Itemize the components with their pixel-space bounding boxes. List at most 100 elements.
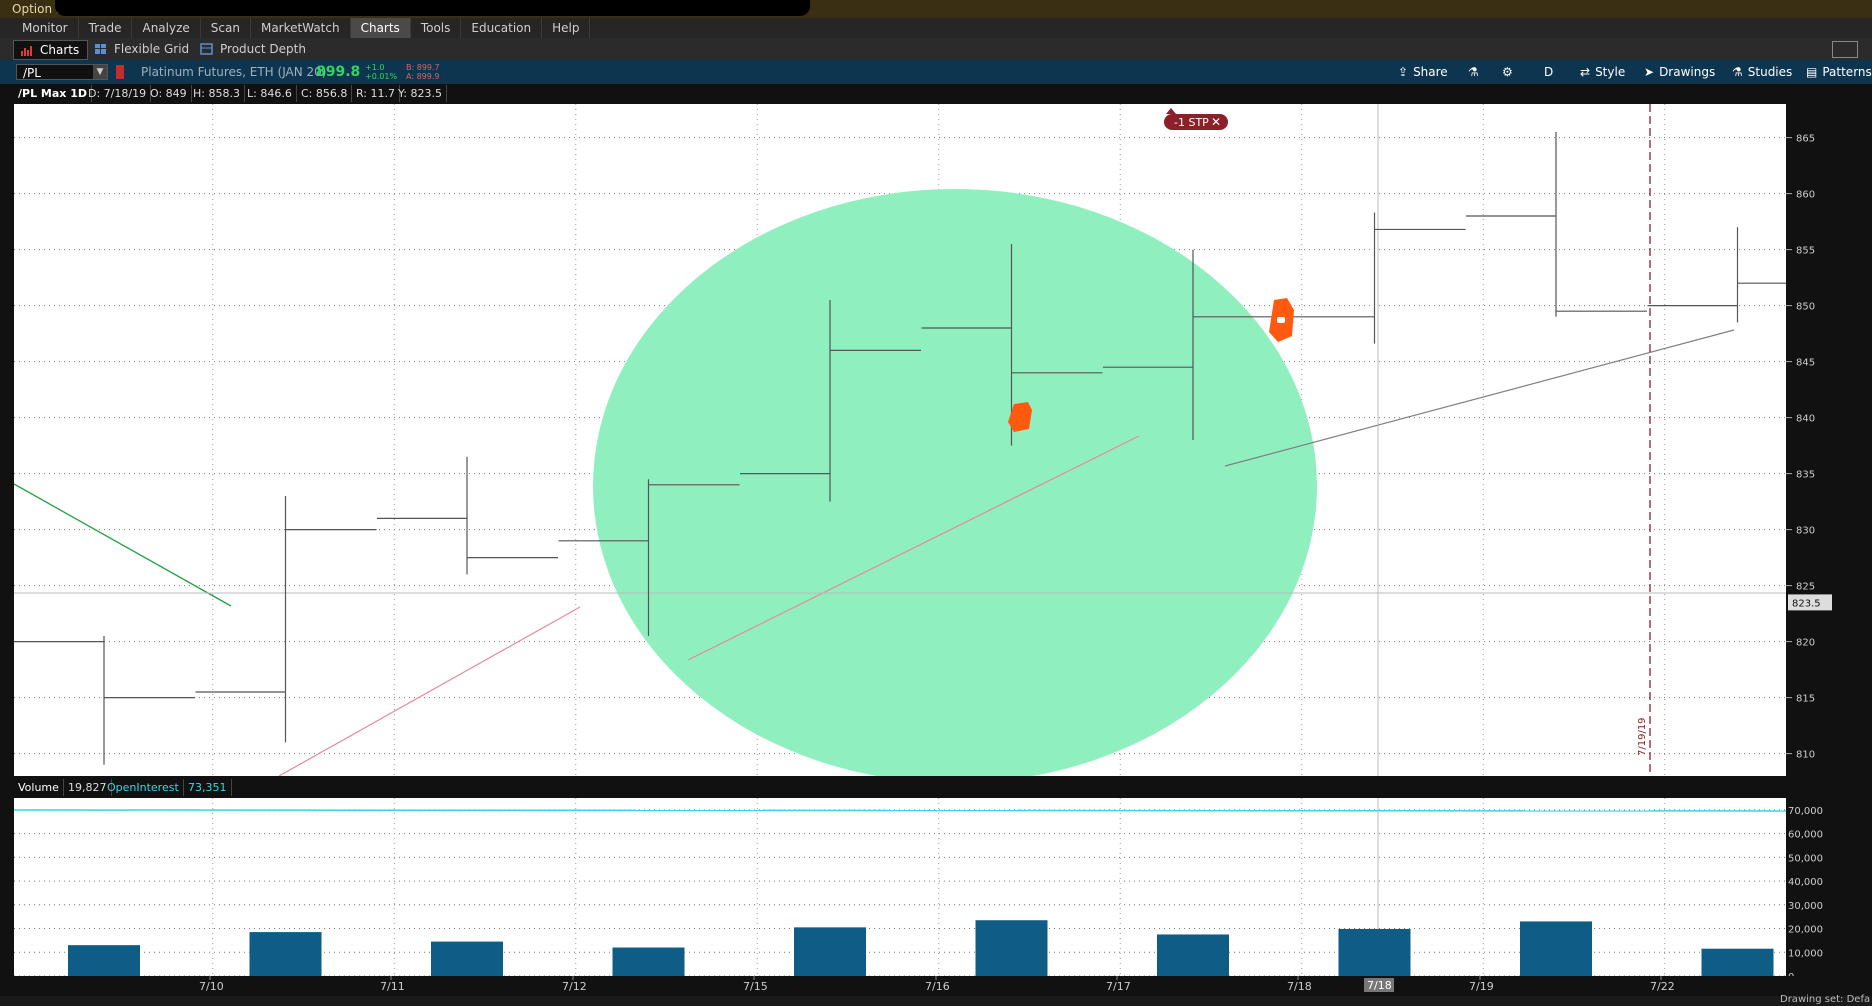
volume-tick-label: 10,000 <box>1788 948 1823 959</box>
volume-label[interactable]: Volume <box>14 779 64 796</box>
date-tick-label: 7/15 <box>743 980 768 993</box>
volume-bar[interactable] <box>249 932 322 976</box>
open-interest-value: 73,351 <box>184 779 232 796</box>
redaction-bar <box>55 0 810 16</box>
symbol-bar: /PL ▼ Platinum Futures, ETH (JAN 20) 899… <box>0 60 1872 84</box>
menu-marketwatch[interactable]: MarketWatch <box>251 18 351 38</box>
volume-tick-label: 40,000 <box>1788 877 1823 888</box>
tab-charts[interactable]: Charts <box>13 40 89 60</box>
price-change: +1.0 +0.01% <box>365 63 397 81</box>
drawing-set-status[interactable]: Drawing set: Defa <box>1780 994 1870 1005</box>
menu-tools[interactable]: Tools <box>411 18 462 38</box>
volume-bar[interactable] <box>975 920 1048 976</box>
volume-tick-label: 60,000 <box>1788 830 1823 841</box>
symbol-input[interactable]: /PL ▼ <box>16 64 108 80</box>
product-depth-icon <box>200 43 213 55</box>
menu-monitor[interactable]: Monitor <box>0 18 79 38</box>
tab-flexible-grid[interactable]: Flexible Grid <box>88 40 197 58</box>
date-tick-label: 7/12 <box>562 980 587 993</box>
grid-icon <box>95 44 106 54</box>
drawings-label: Drawings <box>1659 65 1716 79</box>
style-label: Style <box>1595 65 1626 79</box>
price-tick-label: 840 <box>1796 414 1815 425</box>
volume-tick-label: 50,000 <box>1788 853 1823 864</box>
menu-trade[interactable]: Trade <box>79 18 133 38</box>
cursor-icon: ➤ <box>1644 65 1655 79</box>
subtab-bar: Charts Flexible Grid Product Depth <box>0 38 1872 60</box>
ask-price: A: 899.9 <box>406 72 440 81</box>
link-flag-icon[interactable] <box>116 65 124 79</box>
flask-button[interactable]: ⚗ <box>1468 64 1484 80</box>
net-change: +1.0 <box>365 63 385 72</box>
info-high: H: 858.3 <box>189 85 245 102</box>
date-tick-label: 7/22 <box>1650 980 1675 993</box>
date-tick-label: 7/18 <box>1287 980 1312 993</box>
tab-flexible-grid-label: Flexible Grid <box>114 42 190 56</box>
price-tick-label: 865 <box>1796 134 1815 145</box>
stop-order-label: -1 STP <box>1174 116 1209 129</box>
menu-charts[interactable]: Charts <box>350 18 411 38</box>
info-low: L: 846.6 <box>243 85 297 102</box>
date-axis[interactable]: 7/10 7/11 7/12 7/15 7/16 7/17 7/18 7/19 7/22 7/18 <box>0 976 1872 996</box>
settings-button[interactable]: ⚙ <box>1502 64 1518 80</box>
date-cursor-label: 7/18 <box>1367 979 1392 992</box>
close-icon[interactable]: ✕ <box>1211 115 1221 129</box>
percent-change: +0.01% <box>365 72 398 81</box>
date-tick-label: 7/17 <box>1106 980 1131 993</box>
window-layout-button[interactable] <box>1832 41 1858 58</box>
price-tick-label: 855 <box>1796 246 1815 257</box>
date-tick-label: 7/19 <box>1469 980 1494 993</box>
aggregation-button[interactable]: D <box>1544 64 1553 80</box>
studies-button[interactable]: ⚗ Studies <box>1732 64 1792 80</box>
share-button[interactable]: ⇪ Share <box>1398 64 1448 80</box>
open-interest-line <box>14 809 1834 812</box>
bid-ask: B: 899.7 A: 899.9 <box>406 63 440 81</box>
price-tick-label: 845 <box>1796 358 1815 369</box>
bottom-bar: Drawing set: Defa <box>0 994 1872 1006</box>
title-bar: Option l <box>0 0 1872 18</box>
chart-info-bar: /PL Max 1D D: 7/18/19 O: 849 H: 858.3 L:… <box>14 85 1834 103</box>
volume-bar[interactable] <box>612 947 685 976</box>
volume-info-bar: Volume 19,827 OpenInterest 73,351 <box>14 779 1834 797</box>
tab-product-depth[interactable]: Product Depth <box>194 40 314 58</box>
volume-bar[interactable] <box>1701 948 1774 976</box>
symbol-ticker: /PL <box>23 66 41 80</box>
price-cursor-label: 823.5 <box>1792 598 1821 609</box>
menu-help[interactable]: Help <box>542 18 591 38</box>
share-icon: ⇪ <box>1398 65 1409 79</box>
tab-product-depth-label: Product Depth <box>220 42 306 56</box>
menu-education[interactable]: Education <box>461 18 543 38</box>
info-range: R: 11.7 <box>352 85 400 102</box>
price-tick-label: 835 <box>1796 470 1815 481</box>
volume-bar[interactable] <box>794 927 866 976</box>
main-menu: Monitor Trade Analyze Scan MarketWatch Charts… <box>0 18 1872 39</box>
volume-bar[interactable] <box>1338 928 1411 976</box>
volume-bar[interactable] <box>68 945 140 976</box>
window-title: Option l <box>12 2 60 16</box>
patterns-button[interactable]: ▤ Patterns <box>1806 64 1872 80</box>
price-tick-label: 815 <box>1796 694 1815 705</box>
style-icon: ⇄ <box>1580 65 1591 79</box>
menu-analyze[interactable]: Analyze <box>132 18 201 38</box>
chart-name[interactable]: /PL Max 1D <box>14 85 92 102</box>
price-chart[interactable]: 7/19/19 -1 STP ✕ 865 860 855 850 845 840 835 83… <box>14 104 1834 776</box>
volume-chart[interactable]: 70,000 60,000 50,000 40,000 30,000 20,000 10,0… <box>14 798 1834 976</box>
volume-tick-label: 30,000 <box>1788 901 1823 912</box>
bid-price: B: 899.7 <box>406 63 440 72</box>
menu-scan[interactable]: Scan <box>201 18 251 38</box>
volume-bar[interactable] <box>1520 921 1592 976</box>
date-tick-label: 7/10 <box>199 980 224 993</box>
share-label: Share <box>1413 65 1448 79</box>
style-button[interactable]: ⇄ Style <box>1580 64 1625 80</box>
highlight-ellipse[interactable] <box>593 189 1317 776</box>
volume-bar[interactable] <box>431 941 503 976</box>
volume-tick-label: 70,000 <box>1788 806 1823 817</box>
info-y: Y: 823.5 <box>394 85 447 102</box>
chevron-down-icon[interactable]: ▼ <box>93 65 107 79</box>
open-interest-label[interactable]: OpenInterest <box>103 779 184 796</box>
drawings-button[interactable]: ➤ Drawings <box>1644 64 1715 80</box>
price-tick-label: 825 <box>1796 582 1815 593</box>
volume-bar[interactable] <box>1157 934 1229 976</box>
price-tick-label: 860 <box>1796 190 1815 201</box>
tab-charts-label: Charts <box>40 43 80 57</box>
